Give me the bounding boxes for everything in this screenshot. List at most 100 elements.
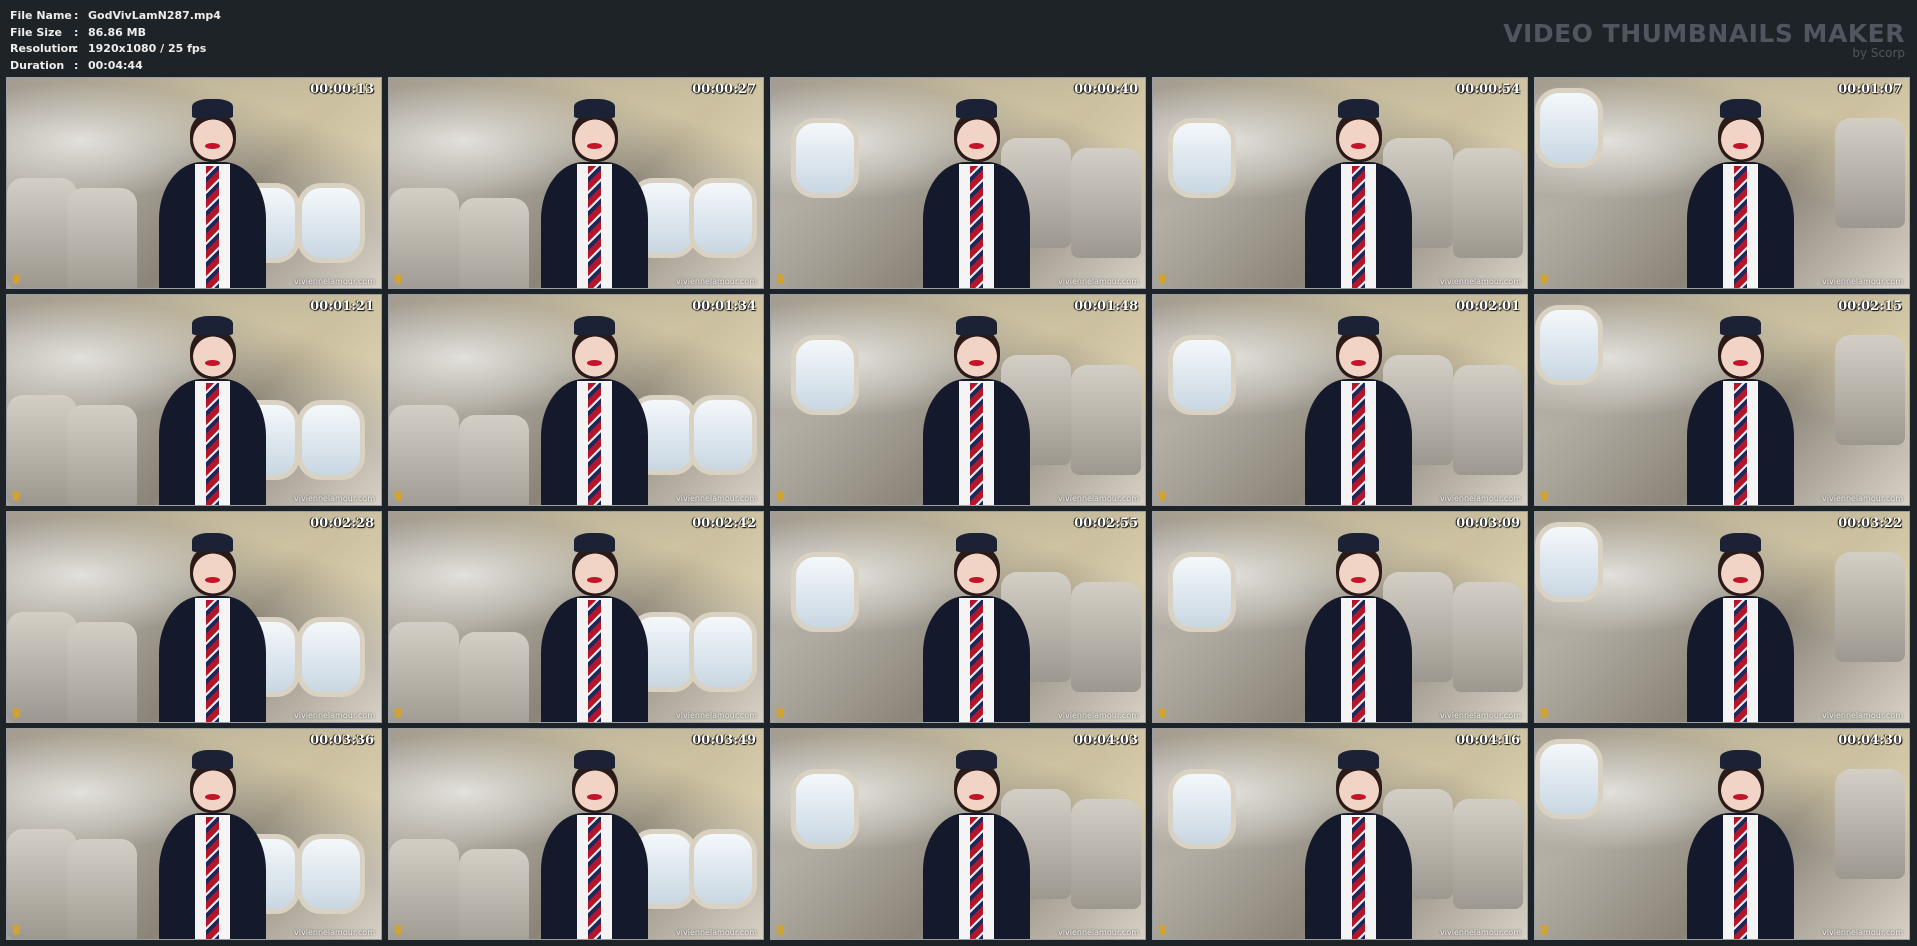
- thumbnail-timestamp: 00:00:27: [692, 82, 756, 97]
- thumbnail[interactable]: 00:02:42 ♛ viviennelamour.com: [388, 511, 764, 723]
- file-name-value: GodVivLamN287.mp4: [88, 9, 221, 22]
- person-figure: [531, 746, 658, 939]
- figure-hat: [1338, 532, 1380, 552]
- crown-logo-icon: ♛: [11, 272, 22, 286]
- cabin-seat: [1071, 799, 1141, 909]
- figure-tie: [1734, 600, 1748, 722]
- figure-hat: [574, 532, 616, 552]
- figure-head: [189, 328, 236, 379]
- figure-head: [953, 545, 1000, 596]
- person-figure: [1295, 746, 1422, 939]
- figure-head: [571, 545, 618, 596]
- crown-logo-icon: ♛: [1539, 923, 1550, 937]
- thumbnail-timestamp: 00:04:30: [1838, 733, 1902, 748]
- thumbnail-timestamp: 00:02:55: [1074, 516, 1138, 531]
- person-figure: [913, 95, 1040, 288]
- thumbnail[interactable]: 00:01:07 ♛ viviennelamour.com: [1534, 77, 1910, 289]
- separator: :: [74, 9, 79, 22]
- cabin-window: [689, 829, 757, 909]
- figure-hat: [192, 532, 234, 552]
- person-figure: [913, 529, 1040, 722]
- figure-tie: [970, 600, 984, 722]
- crown-logo-icon: ♛: [11, 706, 22, 720]
- cabin-window: [689, 612, 757, 692]
- thumbnail-timestamp: 00:03:49: [692, 733, 756, 748]
- cabin-seat: [1453, 148, 1523, 258]
- crown-logo-icon: ♛: [775, 706, 786, 720]
- thumbnail-timestamp: 00:01:34: [692, 299, 756, 314]
- cabin-window: [297, 834, 365, 914]
- figure-hat: [192, 98, 234, 118]
- thumbnail-timestamp: 00:02:01: [1456, 299, 1520, 314]
- contact-sheet: File Name : GodVivLamN287.mp4 File Size …: [0, 0, 1917, 946]
- cabin-window: [1535, 739, 1603, 819]
- thumbnail[interactable]: 00:01:34 ♛ viviennelamour.com: [388, 294, 764, 506]
- thumbnail[interactable]: 00:02:01 ♛ viviennelamour.com: [1152, 294, 1528, 506]
- thumbnail[interactable]: 00:03:49 ♛ viviennelamour.com: [388, 728, 764, 940]
- thumbnail-watermark: viviennelamour.com: [1058, 711, 1139, 720]
- thumbnail-watermark: viviennelamour.com: [1058, 494, 1139, 503]
- person-figure: [149, 95, 276, 288]
- thumbnail[interactable]: 00:02:15 ♛ viviennelamour.com: [1534, 294, 1910, 506]
- file-info-row-resolution: Resolution : 1920x1080 / 25 fps: [10, 41, 221, 58]
- person-figure: [1677, 95, 1804, 288]
- person-figure: [149, 312, 276, 505]
- figure-hat: [1338, 315, 1380, 335]
- thumbnail[interactable]: 00:04:30 ♛ viviennelamour.com: [1534, 728, 1910, 940]
- crown-logo-icon: ♛: [393, 923, 404, 937]
- cabin-window: [689, 395, 757, 475]
- brand-title: VIDEO THUMBNAILS MAKER: [1503, 19, 1905, 48]
- cabin-window: [1168, 769, 1236, 849]
- thumbnail[interactable]: 00:02:55 ♛ viviennelamour.com: [770, 511, 1146, 723]
- cabin-window: [1535, 305, 1603, 385]
- figure-tie: [588, 383, 602, 505]
- thumbnail-watermark: viviennelamour.com: [1822, 494, 1903, 503]
- thumbnail-watermark: viviennelamour.com: [676, 711, 757, 720]
- thumbnail-timestamp: 00:03:36: [310, 733, 374, 748]
- thumbnail[interactable]: 00:01:48 ♛ viviennelamour.com: [770, 294, 1146, 506]
- figure-hat: [956, 532, 998, 552]
- cabin-window: [297, 183, 365, 263]
- thumbnail[interactable]: 00:00:40 ♛ viviennelamour.com: [770, 77, 1146, 289]
- cabin-seat: [1071, 148, 1141, 258]
- thumbnail-timestamp: 00:02:42: [692, 516, 756, 531]
- thumbnail[interactable]: 00:04:03 ♛ viviennelamour.com: [770, 728, 1146, 940]
- thumbnail-timestamp: 00:01:21: [310, 299, 374, 314]
- figure-hat: [1720, 98, 1762, 118]
- thumbnail[interactable]: 00:04:16 ♛ viviennelamour.com: [1152, 728, 1528, 940]
- thumbnail[interactable]: 00:03:22 ♛ viviennelamour.com: [1534, 511, 1910, 723]
- figure-hat: [956, 98, 998, 118]
- thumbnail[interactable]: 00:00:54 ♛ viviennelamour.com: [1152, 77, 1528, 289]
- figure-head: [1335, 111, 1382, 162]
- figure-tie: [1352, 600, 1366, 722]
- figure-hat: [956, 315, 998, 335]
- crown-logo-icon: ♛: [11, 489, 22, 503]
- cabin-seat: [1835, 118, 1905, 228]
- thumbnail[interactable]: 00:03:09 ♛ viviennelamour.com: [1152, 511, 1528, 723]
- figure-tie: [970, 817, 984, 939]
- brand: VIDEO THUMBNAILS MAKER by Scorp: [1503, 19, 1905, 61]
- figure-tie: [588, 817, 602, 939]
- figure-head: [1717, 328, 1764, 379]
- thumbnail-watermark: viviennelamour.com: [294, 711, 375, 720]
- cabin-window: [1168, 335, 1236, 415]
- thumbnail[interactable]: 00:00:27 ♛ viviennelamour.com: [388, 77, 764, 289]
- person-figure: [149, 746, 276, 939]
- duration-label: Duration: [10, 58, 65, 72]
- crown-logo-icon: ♛: [393, 272, 404, 286]
- figure-head: [189, 111, 236, 162]
- crown-logo-icon: ♛: [1539, 706, 1550, 720]
- thumbnail[interactable]: 00:03:36 ♛ viviennelamour.com: [6, 728, 382, 940]
- cabin-window: [791, 335, 859, 415]
- cabin-seat: [1071, 582, 1141, 692]
- figure-head: [1717, 762, 1764, 813]
- thumbnail[interactable]: 00:01:21 ♛ viviennelamour.com: [6, 294, 382, 506]
- cabin-window: [1168, 552, 1236, 632]
- cabin-window: [791, 769, 859, 849]
- thumbnail-watermark: viviennelamour.com: [294, 277, 375, 286]
- file-size-label: File Size: [10, 25, 62, 39]
- thumbnail[interactable]: 00:02:28 ♛ viviennelamour.com: [6, 511, 382, 723]
- thumbnail[interactable]: 00:00:13 ♛ viviennelamour.com: [6, 77, 382, 289]
- person-figure: [1677, 312, 1804, 505]
- thumbnail-watermark: viviennelamour.com: [1822, 928, 1903, 937]
